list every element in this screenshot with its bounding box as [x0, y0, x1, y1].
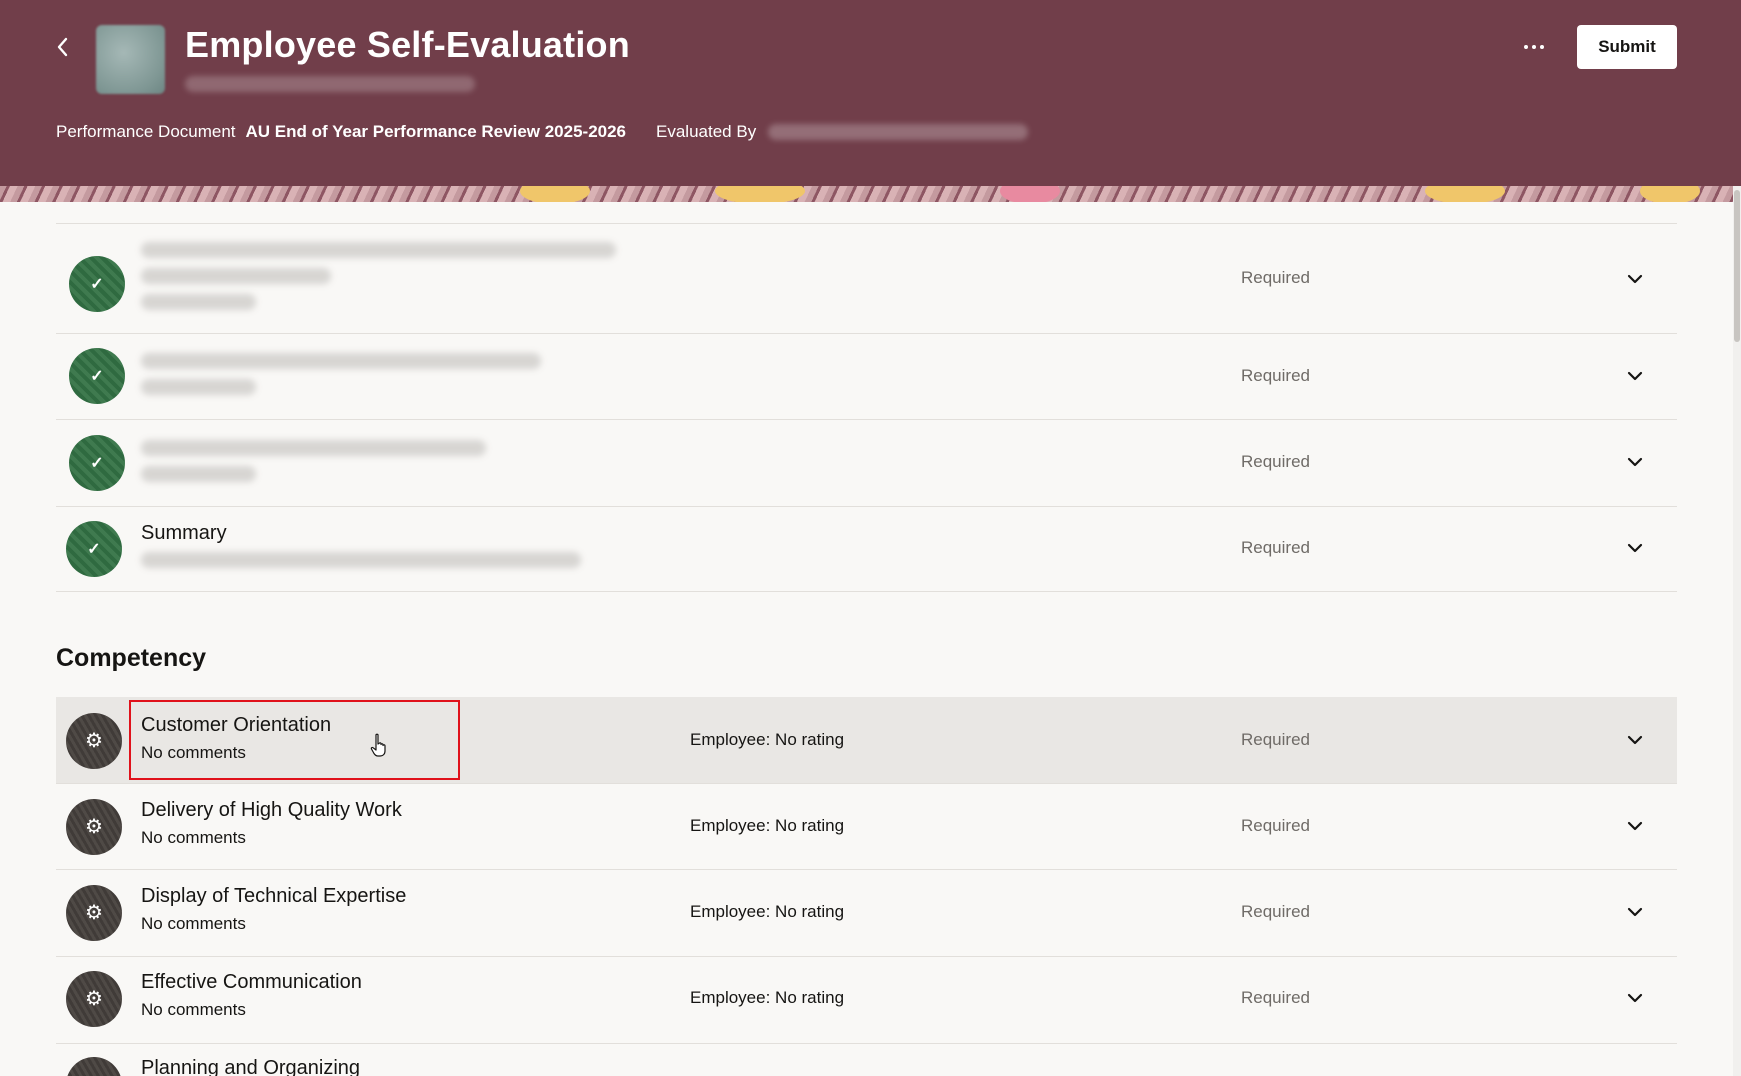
avatar	[96, 25, 165, 94]
expand-button[interactable]	[1621, 534, 1649, 562]
chevron-down-icon	[1627, 274, 1643, 284]
decorative-pattern	[0, 186, 1741, 202]
competency-row-partial[interactable]: ⚙ Planning and Organizing	[56, 1043, 1677, 1076]
required-label: Required	[1241, 730, 1310, 749]
redacted-goal-title	[141, 242, 616, 258]
employee-rating: Employee: No rating	[690, 816, 845, 835]
competency-row[interactable]: ⚙ Effective Communication No comments Em…	[56, 957, 1677, 1044]
more-horizontal-icon	[1524, 45, 1528, 49]
competency-row[interactable]: ⚙ Delivery of High Quality Work No comme…	[56, 784, 1677, 870]
submit-button[interactable]: Submit	[1577, 25, 1677, 69]
competency-comments: No comments	[141, 828, 246, 847]
competency-comments: No comments	[141, 1000, 246, 1019]
gear-icon: ⚙	[85, 816, 103, 838]
chevron-down-icon	[1627, 735, 1643, 745]
chevron-down-icon	[1627, 993, 1643, 1003]
performance-document-label: Performance Document	[56, 122, 236, 141]
competency-row[interactable]: ⚙ Customer Orientation No comments Emplo…	[56, 697, 1677, 784]
chevron-down-icon	[1627, 371, 1643, 381]
redacted-goal-comment	[141, 379, 256, 395]
page-header: Employee Self-Evaluation Submit Performa…	[0, 0, 1741, 186]
required-label: Required	[1241, 902, 1310, 921]
competency-title[interactable]: Delivery of High Quality Work	[141, 799, 402, 822]
expand-button[interactable]	[1621, 898, 1649, 926]
expand-button[interactable]	[1621, 726, 1649, 754]
competency-title[interactable]: Customer Orientation	[141, 714, 331, 737]
check-icon: ✓	[87, 541, 101, 558]
chevron-down-icon	[1627, 543, 1643, 553]
required-label: Required	[1241, 366, 1310, 385]
scrollbar-thumb[interactable]	[1734, 190, 1740, 342]
required-label: Required	[1241, 816, 1310, 835]
gear-icon: ⚙	[85, 902, 103, 924]
document-meta: Performance Document AU End of Year Perf…	[56, 122, 1029, 142]
evaluated-by-label: Evaluated By	[656, 122, 757, 141]
check-icon: ✓	[90, 455, 104, 472]
more-actions-button[interactable]	[1516, 30, 1552, 64]
required-label: Required	[1241, 538, 1310, 557]
gear-icon: ⚙	[85, 730, 103, 752]
goal-status-icon: ✓	[69, 256, 125, 312]
competency-icon: ⚙	[66, 971, 122, 1027]
goal-row-summary[interactable]: ✓ Summary Required	[56, 507, 1677, 592]
redacted-goal-comment	[141, 294, 256, 310]
chevron-down-icon	[1627, 821, 1643, 831]
employee-rating: Employee: No rating	[690, 988, 845, 1007]
competency-section-title: Competency	[56, 644, 207, 672]
goal-status-icon: ✓	[69, 348, 125, 404]
redacted-goal-comment	[141, 466, 256, 482]
goal-row[interactable]: ✓ Required	[56, 420, 1677, 507]
competency-icon: ⚙	[66, 1057, 122, 1076]
required-label: Required	[1241, 452, 1310, 471]
goal-status-icon: ✓	[69, 435, 125, 491]
goal-row[interactable]: ✓ Required	[56, 223, 1677, 334]
competency-title[interactable]: Planning and Organizing	[141, 1057, 360, 1076]
competency-comments: No comments	[141, 743, 246, 762]
expand-button[interactable]	[1621, 812, 1649, 840]
hand-pointer-icon	[370, 733, 386, 757]
redacted-goal-title	[141, 268, 331, 284]
required-label: Required	[1241, 268, 1310, 287]
redacted-summary-comment	[141, 552, 581, 568]
expand-button[interactable]	[1621, 984, 1649, 1012]
page-title: Employee Self-Evaluation	[185, 24, 630, 65]
required-label: Required	[1241, 988, 1310, 1007]
competency-row[interactable]: ⚙ Display of Technical Expertise No comm…	[56, 870, 1677, 957]
goal-title: Summary	[141, 522, 227, 544]
expand-button[interactable]	[1621, 265, 1649, 293]
back-button[interactable]	[46, 30, 80, 64]
employee-rating: Employee: No rating	[690, 730, 845, 749]
chevron-left-icon	[57, 37, 68, 57]
goal-status-icon: ✓	[66, 521, 122, 577]
chevron-down-icon	[1627, 457, 1643, 467]
redacted-goal-title	[141, 440, 486, 456]
redacted-goal-title	[141, 353, 541, 369]
expand-button[interactable]	[1621, 448, 1649, 476]
performance-document-value: AU End of Year Performance Review 2025-2…	[245, 122, 627, 141]
expand-button[interactable]	[1621, 362, 1649, 390]
redacted-subtitle	[185, 76, 475, 92]
check-icon: ✓	[90, 276, 104, 293]
competency-comments: No comments	[141, 914, 246, 933]
competency-icon: ⚙	[66, 799, 122, 855]
competency-title[interactable]: Display of Technical Expertise	[141, 885, 406, 908]
competency-icon: ⚙	[66, 885, 122, 941]
chevron-down-icon	[1627, 907, 1643, 917]
gear-icon: ⚙	[85, 988, 103, 1010]
check-icon: ✓	[90, 368, 104, 385]
competency-title[interactable]: Effective Communication	[141, 971, 362, 994]
redacted-evaluator	[768, 124, 1029, 140]
competency-icon: ⚙	[66, 713, 122, 769]
employee-rating: Employee: No rating	[690, 902, 845, 921]
goal-row[interactable]: ✓ Required	[56, 333, 1677, 420]
